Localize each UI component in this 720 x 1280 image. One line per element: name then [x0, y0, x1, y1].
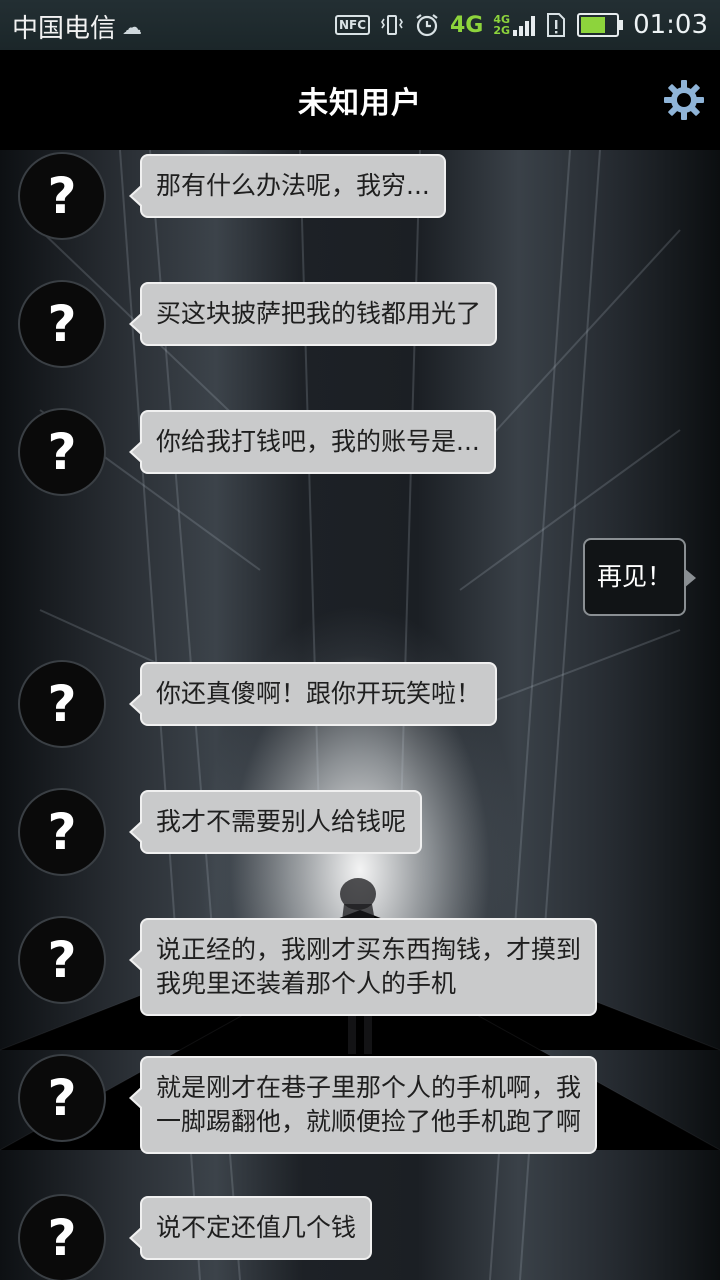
- incoming-message[interactable]: 买这块披萨把我的钱都用光了: [128, 282, 498, 346]
- alarm-icon: [414, 12, 440, 38]
- dual-network-icon: 4G 2G: [493, 14, 536, 37]
- avatar[interactable]: ?: [18, 916, 106, 1004]
- avatar[interactable]: ?: [18, 152, 106, 240]
- avatar[interactable]: ?: [18, 1054, 106, 1142]
- incoming-message[interactable]: 说正经的，我刚才买东西掏钱，才摸到 我兜里还装着那个人的手机: [128, 918, 598, 1016]
- avatar[interactable]: ?: [18, 408, 106, 496]
- incoming-message[interactable]: 那有什么办法呢，我穷...: [129, 154, 446, 218]
- avatar[interactable]: ?: [18, 280, 106, 368]
- incoming-message[interactable]: 你还真傻啊！跟你开玩笑啦！: [128, 662, 498, 726]
- status-left: 中国电信 ☁: [12, 8, 142, 45]
- avatar[interactable]: ?: [18, 660, 106, 748]
- incoming-message[interactable]: 你给我打钱吧，我的账号是...: [129, 410, 496, 474]
- incoming-message[interactable]: 就是刚才在巷子里那个人的手机啊，我 一脚踢翻他，就顺便捡了他手机跑了啊: [128, 1056, 598, 1154]
- battery-level: [581, 17, 605, 33]
- cloud-icon: ☁: [122, 14, 143, 39]
- incoming-message[interactable]: 我才不需要别人给钱呢: [128, 790, 423, 854]
- signal-icon: [513, 14, 536, 36]
- page-title: 未知用户: [298, 86, 422, 121]
- sim-alert-icon: [545, 12, 567, 38]
- avatar[interactable]: ?: [18, 788, 106, 876]
- status-right: NFC 4G 4G 2G 01:03: [334, 6, 708, 44]
- chat-area[interactable]: ? 那有什么办法呢，我穷... ? 买这块披萨把我的钱都用光了 ? 你给我打钱吧…: [0, 150, 720, 1280]
- incoming-message[interactable]: 说不定还值几个钱: [128, 1196, 373, 1260]
- carrier-label: 中国电信: [12, 14, 117, 44]
- battery-icon: [577, 13, 624, 37]
- network-small-bottom: 2G: [493, 24, 511, 37]
- network-4g-label: 4G: [450, 12, 484, 38]
- clock: 01:03: [633, 10, 708, 40]
- vibrate-icon: [380, 13, 404, 37]
- chat-header: 未知用户: [0, 50, 720, 150]
- outgoing-message[interactable]: 再见！: [582, 538, 697, 616]
- nfc-icon: NFC: [334, 15, 370, 35]
- avatar[interactable]: ?: [18, 1194, 106, 1280]
- status-bar: 中国电信 ☁ NFC 4G 4G 2G 01:03: [0, 0, 720, 50]
- gear-icon[interactable]: [662, 78, 706, 122]
